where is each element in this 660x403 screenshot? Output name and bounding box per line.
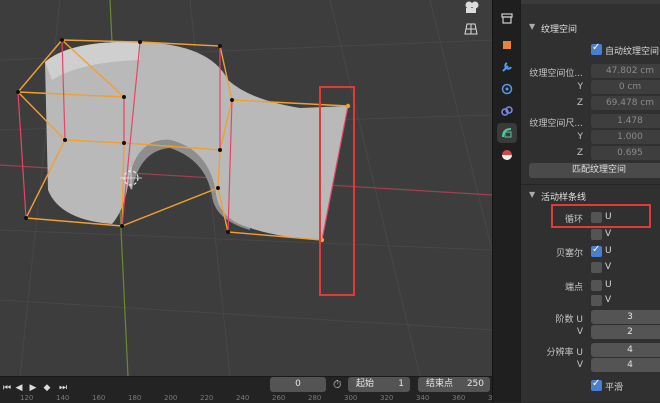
play-reverse-icon[interactable]: ◀ — [14, 381, 24, 395]
panel-top-strip — [521, 0, 660, 4]
end-frame-field[interactable]: 结束点 250 — [418, 377, 490, 392]
selected-point-top — [345, 103, 351, 109]
section-divider — [521, 184, 660, 185]
order-u-field[interactable]: 3 — [591, 310, 660, 324]
start-frame-field[interactable]: 起始 1 — [348, 377, 410, 392]
properties-tabs — [492, 0, 521, 402]
match-texture-space-button[interactable]: 匹配纹理空间 — [529, 163, 660, 178]
texture-location-z[interactable]: 69.478 cm — [591, 96, 660, 110]
endpoint-u-label: U — [605, 280, 612, 290]
texture-size-z[interactable]: 0.695 — [591, 146, 660, 160]
texture-space-header[interactable]: 纹理空间 — [541, 22, 577, 35]
texture-location-z-label: Z — [576, 98, 583, 108]
end-value: 250 — [466, 379, 484, 389]
wrench-icon — [502, 62, 512, 72]
texture-location-y[interactable]: 0 cm — [591, 80, 660, 94]
end-label: 结束点 — [426, 379, 454, 389]
ruler-tick: 160 — [92, 394, 106, 402]
grid-gizmo-button[interactable] — [464, 22, 488, 44]
order-v-label: V — [576, 327, 583, 337]
endpoint-u-checkbox[interactable] — [591, 280, 602, 291]
bezier-v-checkbox[interactable] — [591, 262, 602, 273]
ruler-tick: 360 — [452, 394, 466, 402]
camera-icon — [465, 1, 479, 13]
endpoint-v-label: V — [605, 295, 612, 305]
auto-texture-space-checkbox[interactable] — [591, 42, 602, 55]
resolution-u-field[interactable]: 4 — [591, 343, 660, 357]
texture-location-x[interactable]: 47.802 cm — [591, 64, 660, 78]
constraint-icon — [501, 106, 513, 116]
tab-modifiers[interactable] — [497, 57, 517, 77]
stopwatch-icon[interactable]: ⏱ — [333, 378, 342, 392]
auto-texture-space-label: 自动纹理空间 — [605, 47, 660, 57]
ruler-tick: 180 — [128, 394, 142, 402]
active-spline-header[interactable]: 活动样条线 — [541, 190, 586, 203]
start-label: 起始 — [356, 379, 375, 389]
resolution-v-label: V — [576, 360, 583, 370]
bezier-v-label: V — [605, 262, 612, 272]
tab-curve-data[interactable] — [497, 123, 517, 143]
material-icon — [502, 150, 512, 160]
3d-viewport[interactable] — [0, 0, 492, 376]
archive-icon — [501, 13, 513, 24]
endpoint-v-checkbox[interactable] — [591, 295, 602, 306]
cyclic-v-label: V — [605, 229, 612, 239]
bezier-u-checkbox[interactable] — [591, 244, 602, 257]
smooth-checkbox[interactable] — [591, 378, 602, 391]
physics-icon — [501, 83, 513, 95]
grid-icon — [464, 23, 478, 35]
ruler-tick: 220 — [200, 394, 214, 402]
tab-physics[interactable] — [497, 79, 517, 99]
viewport-canvas — [0, 0, 492, 376]
endpoint-label: 端点 — [564, 283, 583, 293]
ruler-tick: 280 — [308, 394, 322, 402]
tab-archive[interactable] — [497, 8, 517, 28]
ruler-tick: 140 — [56, 394, 70, 402]
frame-ruler[interactable]: 120 140 160 180 200 220 240 260 280 300 … — [0, 394, 520, 402]
texture-size-y-label: Y — [577, 132, 584, 142]
jump-end-icon[interactable]: ⏭ — [58, 381, 68, 395]
ruler-tick: 340 — [416, 394, 430, 402]
collapse-arrow-icon[interactable]: ▼ — [529, 22, 535, 31]
texture-location-y-label: Y — [577, 82, 584, 92]
bezier-u-label: U — [605, 246, 612, 256]
object-icon — [503, 41, 511, 49]
properties-panel: ▼ 纹理空间 自动纹理空间 纹理空间位... 47.802 cm Y 0 cm … — [520, 0, 660, 402]
texture-size-x[interactable]: 1.478 — [591, 114, 660, 128]
tab-material[interactable] — [497, 145, 517, 165]
ruler-tick: 320 — [380, 394, 394, 402]
ruler-tick: 120 — [20, 394, 34, 402]
annotation-cyclic-box — [551, 204, 651, 228]
texture-size-z-label: Z — [576, 148, 583, 158]
ruler-tick: 240 — [236, 394, 250, 402]
texture-size-y[interactable]: 1.000 — [591, 130, 660, 144]
smooth-label: 平滑 — [605, 383, 624, 393]
jump-start-icon[interactable]: ⏮ — [2, 381, 12, 395]
cyclic-v-checkbox[interactable] — [591, 229, 602, 240]
collapse-arrow-icon[interactable]: ▼ — [529, 190, 535, 199]
ruler-tick: 260 — [272, 394, 286, 402]
start-value: 1 — [398, 379, 404, 389]
tab-constraints[interactable] — [497, 101, 517, 121]
order-u-label: 阶数 U — [555, 315, 583, 325]
resolution-u-label: 分辨率 U — [546, 348, 583, 358]
ruler-tick: 200 — [164, 394, 178, 402]
bezier-label: 贝塞尔 — [555, 249, 583, 259]
next-keyframe-icon[interactable]: ◆ — [42, 381, 52, 395]
ruler-tick: 300 — [344, 394, 358, 402]
play-icon[interactable]: ▶ — [28, 381, 38, 395]
current-frame-field[interactable]: 0 — [270, 377, 326, 392]
curve-data-icon — [502, 128, 512, 138]
texture-location-label: 纹理空间位... — [529, 69, 583, 79]
order-v-field[interactable]: 2 — [591, 325, 660, 339]
resolution-v-field[interactable]: 4 — [591, 358, 660, 372]
texture-size-label: 纹理空间尺... — [529, 119, 583, 129]
camera-gizmo-button[interactable] — [464, 0, 488, 22]
tab-object[interactable] — [497, 35, 517, 55]
